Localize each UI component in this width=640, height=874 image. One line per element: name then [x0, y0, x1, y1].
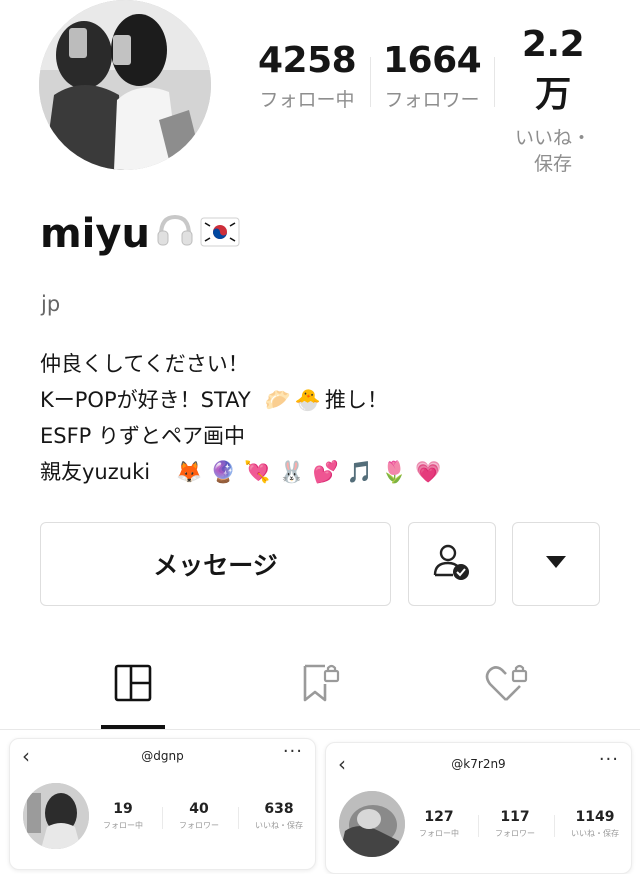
card-stat: 117 フォロワー: [495, 809, 535, 838]
more-dots-icon: ···: [282, 741, 303, 762]
profile-username: miyu: [40, 211, 240, 257]
message-button[interactable]: メッセージ: [40, 522, 391, 606]
username-text: miyu: [40, 211, 150, 257]
tab-saved[interactable]: [295, 660, 345, 710]
tab-divider: [0, 729, 640, 730]
bio-emojis: 🦊🔮💘🐰💕🎵🌷💗: [176, 460, 450, 484]
card-stat-divider: [238, 807, 239, 829]
more-dots-icon: ···: [598, 749, 619, 770]
following-count: 4258: [258, 40, 357, 81]
bio-line: KーPOPが好き！STAY 🥟🐣 推し！: [40, 382, 449, 418]
card-handle: @k7r2n9: [451, 757, 506, 771]
card-stat-divider: [478, 815, 479, 837]
grid-icon: [114, 664, 152, 707]
card-handle: @dgnp: [141, 749, 184, 763]
bio-line: 親友yuzuki 🦊🔮💘🐰💕🎵🌷💗: [40, 454, 449, 490]
card-stat: 1149 いいね・保存: [571, 809, 619, 838]
tab-liked[interactable]: [482, 660, 532, 710]
bookmark-lock-icon: [297, 660, 343, 711]
stat-following[interactable]: 4258 フォロー中: [258, 40, 357, 113]
profile-subname: jp: [41, 292, 61, 316]
card-stat-divider: [162, 807, 163, 829]
followers-label: フォロワー: [384, 89, 480, 111]
post-card[interactable]: ‹ @dgnp ··· 19 フォロー中 40 フォロワー 638 いいね・保存: [9, 738, 316, 870]
avatar-photo: [39, 0, 211, 170]
card-stat: 19 フォロー中: [103, 801, 143, 830]
korea-flag-icon: [200, 211, 240, 257]
follow-status-button[interactable]: [408, 522, 496, 606]
likes-label: いいね・保存: [514, 127, 591, 175]
message-button-label: メッセージ: [153, 551, 278, 580]
likes-count: 2.2万: [521, 24, 585, 115]
bio-emojis: 🥟🐣: [264, 388, 326, 412]
stat-divider: [494, 57, 495, 107]
tab-posts[interactable]: [108, 660, 158, 710]
stat-divider: [370, 57, 371, 107]
heart-lock-icon: [484, 660, 530, 711]
stat-likes[interactable]: 2.2万 いいね・保存: [505, 24, 601, 177]
more-options-button[interactable]: [512, 522, 600, 606]
headphones-icon: [156, 211, 194, 257]
card-avatar: [23, 783, 89, 849]
card-avatar: [339, 791, 405, 857]
card-stat: 127 フォロー中: [419, 809, 459, 838]
dropdown-triangle-icon: [544, 554, 568, 575]
profile-bio: 仲良くしてください！ KーPOPが好き！STAY 🥟🐣 推し！ ESFP りずと…: [40, 346, 449, 490]
card-stat: 40 フォロワー: [179, 801, 219, 830]
post-card[interactable]: ‹ @k7r2n9 ··· 127 フォロー中 117 フォロワー 1149 い…: [325, 742, 632, 874]
bio-line: ESFP りずとペア画中: [40, 424, 246, 448]
stat-followers[interactable]: 1664 フォロワー: [383, 40, 482, 113]
card-stat-divider: [554, 815, 555, 837]
following-label: フォロー中: [259, 89, 355, 111]
followers-count: 1664: [383, 40, 482, 81]
user-check-icon: [431, 541, 473, 588]
card-stat: 638 いいね・保存: [255, 801, 303, 830]
profile-avatar[interactable]: [39, 0, 211, 170]
bio-line: 仲良くしてください！: [40, 352, 249, 376]
